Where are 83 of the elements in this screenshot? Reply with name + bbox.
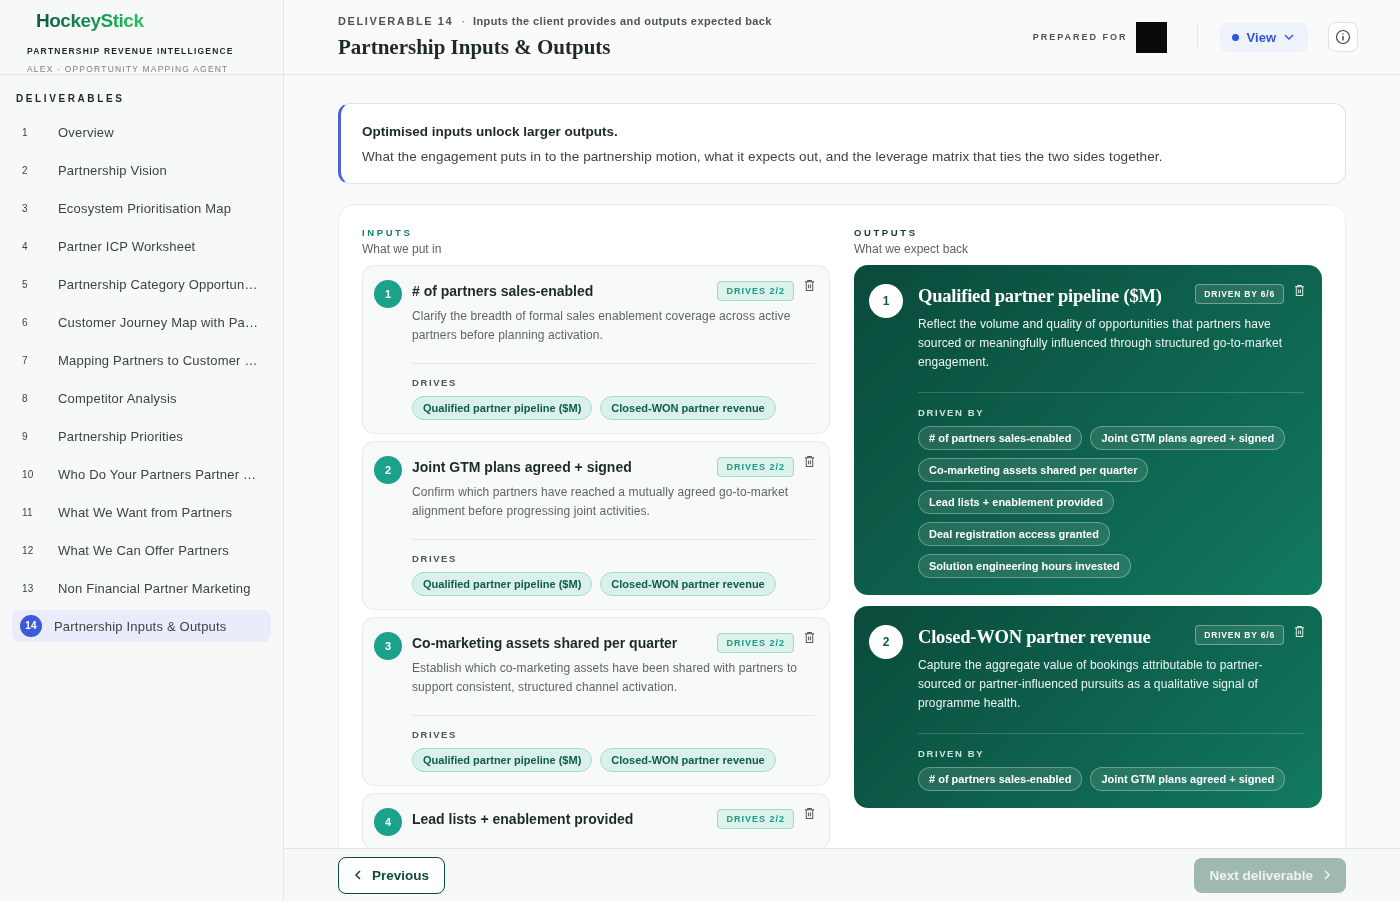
drives-label: DRIVES [412,729,458,740]
page-title: Partnership Inputs & Outputs [338,34,612,60]
section-subheading: What we expect back [854,242,970,256]
agent-name: ALEX · OPPORTUNITY MAPPING AGENT [27,64,229,74]
drives-badge: DRIVES 2/2 [717,281,794,301]
input-chip[interactable]: Lead lists + enablement provided [918,490,1114,514]
driven-by-label: DRIVEN BY [918,407,986,418]
deliverable-number: DELIVERABLE 14 [338,14,454,27]
trash-icon[interactable] [804,807,815,820]
sidebar-item[interactable]: 2 Partnership Vision [12,154,271,186]
drives-label: DRIVES [412,553,458,564]
drives-badge: DRIVES 2/2 [717,457,794,477]
info-button[interactable] [1328,22,1358,52]
chevron-down-icon [1284,34,1294,40]
sidebar-item[interactable]: 7 Mapping Partners to Customer … [12,344,271,376]
callout-title: Optimised inputs unlock larger outputs. [362,124,619,139]
card-title: Qualified partner pipeline ($M) [918,286,1163,307]
number-badge: 1 [869,284,903,318]
input-chip[interactable]: # of partners sales-enabled [918,426,1083,450]
chevron-right-icon [1323,870,1331,880]
separator-dot: · [461,14,465,27]
number-badge: 3 [374,632,402,660]
sidebar-item[interactable]: 5 Partnership Category Opportun… [12,268,271,300]
input-chip[interactable]: Joint GTM plans agreed + signed [1090,767,1286,791]
page-subtitle: Inputs the client provides and outputs expected back [473,14,772,27]
output-chip[interactable]: Qualified partner pipeline ($M) [412,396,593,420]
sidebar-item[interactable]: 13 Non Financial Partner Marketing [12,572,271,604]
number-badge: 1 [374,280,402,308]
driven-by-badge: DRIVEN BY 6/6 [1195,284,1284,304]
sidebar-item[interactable]: 9 Partnership Priorities [12,420,271,452]
view-button[interactable]: View [1219,22,1308,52]
section-subheading: What we put in [362,242,443,256]
sidebar-item[interactable]: 3 Ecosystem Prioritisation Map [12,192,271,224]
driven-by-badge: DRIVEN BY 6/6 [1195,625,1284,645]
number-badge: 2 [869,625,903,659]
sidebar-item[interactable]: 12 What We Can Offer Partners [12,534,271,566]
card-title: Co-marketing assets shared per quarter [412,635,679,651]
card-title: Joint GTM plans agreed + signed [412,459,633,475]
sidebar-item[interactable]: 6 Customer Journey Map with Pa… [12,306,271,338]
number-badge: 2 [374,456,402,484]
sidebar-item[interactable]: 14 Partnership Inputs & Outputs [12,610,271,642]
drives-label: DRIVES [412,377,458,388]
info-icon [1335,29,1351,45]
card-title: Lead lists + enablement provided [412,811,635,827]
number-badge: 4 [374,808,402,836]
output-chip[interactable]: Closed-WON partner revenue [600,572,776,596]
output-chip[interactable]: Closed-WON partner revenue [600,396,776,420]
previous-button[interactable]: Previous [338,856,446,894]
input-chip[interactable]: Deal registration access granted [918,522,1110,546]
card-description: Establish which co-marketing assets have been shared with partners to support consistent, structured channel activation. [412,660,799,696]
sidebar-heading: DELIVERABLES [16,93,126,104]
trash-icon[interactable] [804,279,815,292]
chevron-left-icon [354,870,362,880]
sidebar-item[interactable]: 10 Who Do Your Partners Partner … [12,458,271,490]
drives-badge: DRIVES 2/2 [717,809,794,829]
sidebar-item[interactable]: 4 Partner ICP Worksheet [12,230,271,262]
card-description: Reflect the volume and quality of opportunities that partners have sourced or meaningfully influenced through structured go-to-market engagement. [918,316,1284,371]
card-description: Capture the aggregate value of bookings attributable to partner-sourced or partner-influenced pursuits as a qualitative signal of programme health. [918,657,1264,712]
client-logo [1135,21,1167,53]
product-name: PARTNERSHIP REVENUE INTELLIGENCE [27,46,234,56]
status-dot [1231,33,1239,41]
sidebar-item[interactable]: 11 What We Want from Partners [12,496,271,528]
sidebar-item[interactable]: 8 Competitor Analysis [12,382,271,414]
sidebar-item[interactable]: 1 Overview [12,116,271,148]
input-chip[interactable]: Solution engineering hours invested [918,554,1131,578]
input-chip[interactable]: Joint GTM plans agreed + signed [1090,426,1286,450]
callout-text: What the engagement puts in to the partnership motion, what it expects out, and the leverage matrix that ties the two sides together. [362,149,1164,164]
trash-icon[interactable] [804,631,815,644]
input-chip[interactable]: Co-marketing assets shared per quarter [918,458,1149,482]
card-description: Clarify the breadth of formal sales enablement coverage across active partners before planning activation. [412,308,792,344]
card-title: Closed-WON partner revenue [918,627,1152,648]
card-title: # of partners sales-enabled [412,283,595,299]
card-description: Confirm which partners have reached a mutually agreed go-to-market alignment before progressing joint activities. [412,484,790,520]
section-heading: INPUTS [362,227,414,238]
output-chip[interactable]: Closed-WON partner revenue [600,748,776,772]
drives-badge: DRIVES 2/2 [717,633,794,653]
output-chip[interactable]: Qualified partner pipeline ($M) [412,572,593,596]
driven-by-label: DRIVEN BY [918,748,986,759]
section-heading: OUTPUTS [854,227,919,238]
input-chip[interactable]: # of partners sales-enabled [918,767,1083,791]
prepared-for-label: PREPARED FOR [1032,32,1128,42]
output-chip[interactable]: Qualified partner pipeline ($M) [412,748,593,772]
trash-icon[interactable] [804,455,815,468]
